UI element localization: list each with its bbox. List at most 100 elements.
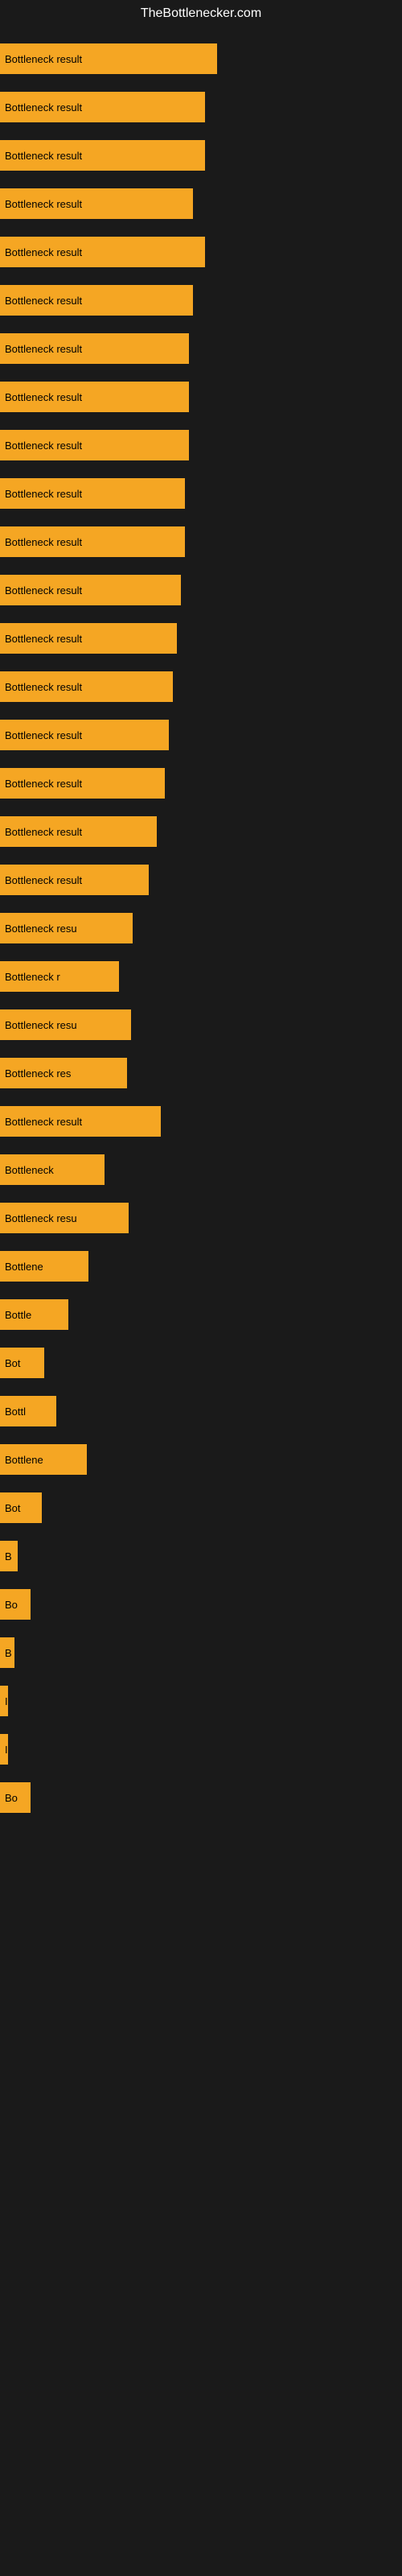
bottleneck-bar: Bottleneck result (0, 382, 189, 412)
bar-row: Bottleneck resu (0, 1009, 402, 1040)
bottleneck-bar: Bottleneck resu (0, 1009, 131, 1040)
bar-label: Bottleneck result (5, 826, 82, 838)
bar-label: Bottleneck result (5, 874, 82, 886)
bar-label: Bottleneck result (5, 53, 82, 65)
bar-label: Bottleneck result (5, 584, 82, 597)
bar-row: B (0, 1541, 402, 1571)
bar-row: Bottleneck result (0, 92, 402, 122)
bar-row: Bottl (0, 1396, 402, 1426)
bar-label: Bo (5, 1792, 18, 1804)
bottleneck-bar: Bo (0, 1782, 31, 1813)
bottleneck-bar: Bottleneck (0, 1154, 105, 1185)
bar-row: Bottleneck result (0, 43, 402, 74)
bottleneck-bar: Bot (0, 1348, 44, 1378)
bottleneck-bar: Bot (0, 1492, 42, 1523)
bottleneck-bar: Bottleneck result (0, 816, 157, 847)
bar-row: Bottleneck result (0, 623, 402, 654)
bar-row: Bottleneck result (0, 382, 402, 412)
bar-label: B (5, 1550, 12, 1563)
bar-label: Bottle (5, 1309, 31, 1321)
bar-label: B (5, 1647, 12, 1659)
bar-row: Bot (0, 1348, 402, 1378)
bar-row: B (0, 1637, 402, 1668)
bar-label: Bottleneck result (5, 681, 82, 693)
bar-label: Bottleneck r (5, 971, 60, 983)
bar-label: Bottleneck result (5, 729, 82, 741)
site-title: TheBottlenecker.com (0, 0, 402, 27)
bar-row: Bottleneck resu (0, 1203, 402, 1233)
bar-row: Bottleneck result (0, 1106, 402, 1137)
bottleneck-bar: Bottleneck result (0, 720, 169, 750)
bar-label: Bottleneck result (5, 440, 82, 452)
bar-row: Bottleneck result (0, 333, 402, 364)
bar-row: Bottleneck result (0, 865, 402, 895)
bar-row: Bottleneck result (0, 237, 402, 267)
bar-label: Bottleneck result (5, 343, 82, 355)
bar-label: Bottleneck result (5, 246, 82, 258)
bar-row: Bottlene (0, 1444, 402, 1475)
bottleneck-bar: Bottleneck result (0, 671, 173, 702)
bar-row: Bot (0, 1492, 402, 1523)
bar-row: Bottleneck result (0, 285, 402, 316)
bar-row: I (0, 1734, 402, 1765)
bar-label: Bot (5, 1502, 21, 1514)
bottleneck-bar: Bo (0, 1589, 31, 1620)
bottleneck-bar: B (0, 1637, 14, 1668)
bar-label: Bo (5, 1599, 18, 1611)
bar-row: I (0, 1686, 402, 1716)
bottleneck-bar: Bottleneck result (0, 478, 185, 509)
bottleneck-bar: I (0, 1686, 8, 1716)
bottleneck-bar: Bottleneck result (0, 285, 193, 316)
bar-label: Bottleneck result (5, 101, 82, 114)
bar-label: Bottleneck result (5, 488, 82, 500)
bar-label: Bottleneck result (5, 295, 82, 307)
bottleneck-bar: Bottleneck result (0, 865, 149, 895)
bar-label: Bottleneck result (5, 1116, 82, 1128)
bar-row: Bottlene (0, 1251, 402, 1282)
bar-row: Bottleneck result (0, 140, 402, 171)
bottleneck-bar: Bottleneck result (0, 92, 205, 122)
bottleneck-bar: Bottleneck result (0, 333, 189, 364)
bar-row: Bottleneck result (0, 188, 402, 219)
bar-label: Bottleneck (5, 1164, 54, 1176)
bar-row: Bottleneck result (0, 430, 402, 460)
bottleneck-bar: Bottleneck result (0, 430, 189, 460)
bar-row: Bottleneck resu (0, 913, 402, 943)
bottleneck-bar: Bottleneck resu (0, 913, 133, 943)
bar-label: Bottleneck result (5, 633, 82, 645)
bar-label: Bottleneck resu (5, 923, 77, 935)
bar-row: Bottleneck res (0, 1058, 402, 1088)
bar-label: I (5, 1744, 8, 1756)
bar-label: Bottleneck result (5, 778, 82, 790)
bottleneck-bar: Bottleneck result (0, 575, 181, 605)
bottleneck-bar: Bottle (0, 1299, 68, 1330)
bar-row: Bottle (0, 1299, 402, 1330)
bottleneck-bar: Bottleneck result (0, 526, 185, 557)
bar-row: Bo (0, 1589, 402, 1620)
bar-row: Bottleneck result (0, 478, 402, 509)
bar-label: Bot (5, 1357, 21, 1369)
bar-row: Bottleneck (0, 1154, 402, 1185)
bottleneck-bar: B (0, 1541, 18, 1571)
bar-label: Bottleneck result (5, 536, 82, 548)
bar-label: Bottlene (5, 1454, 43, 1466)
bar-label: Bottl (5, 1406, 26, 1418)
bottleneck-bar: Bottleneck resu (0, 1203, 129, 1233)
bar-row: Bottleneck result (0, 768, 402, 799)
bar-label: Bottleneck result (5, 391, 82, 403)
bar-label: Bottleneck result (5, 150, 82, 162)
bottleneck-bar: Bottleneck result (0, 43, 217, 74)
bar-label: Bottleneck resu (5, 1019, 77, 1031)
bar-row: Bottleneck result (0, 526, 402, 557)
bottleneck-bar: Bottlene (0, 1444, 87, 1475)
bottleneck-bar: Bottleneck result (0, 188, 193, 219)
bottleneck-bar: Bottleneck result (0, 1106, 161, 1137)
bottleneck-bar: Bottleneck r (0, 961, 119, 992)
bottleneck-bar: Bottleneck res (0, 1058, 127, 1088)
bar-label: Bottleneck res (5, 1067, 71, 1080)
bottleneck-bar: Bottlene (0, 1251, 88, 1282)
bottleneck-bar: Bottleneck result (0, 623, 177, 654)
bar-row: Bottleneck result (0, 720, 402, 750)
bar-row: Bottleneck result (0, 575, 402, 605)
bar-row: Bottleneck result (0, 671, 402, 702)
